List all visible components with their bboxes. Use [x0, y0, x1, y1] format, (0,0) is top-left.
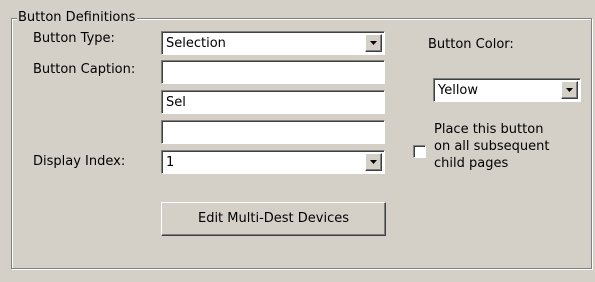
- button-caption-line-3[interactable]: [161, 120, 385, 144]
- button-caption-label: Button Caption:: [33, 62, 136, 77]
- button-caption-line-2-value: Sel: [166, 95, 186, 110]
- button-color-label: Button Color:: [428, 37, 514, 52]
- place-on-subsequent-label-line-3: child pages: [434, 156, 509, 171]
- place-on-subsequent-checkbox[interactable]: [413, 145, 426, 158]
- button-color-value: Yellow: [438, 83, 479, 98]
- display-index-label: Display Index:: [33, 154, 126, 169]
- place-on-subsequent-label-line-2: on all subsequent: [434, 139, 550, 154]
- button-color-select[interactable]: Yellow: [433, 78, 581, 102]
- display-index-dropdown-button[interactable]: [365, 153, 382, 171]
- chevron-down-icon: [370, 41, 377, 45]
- display-index-value: 1: [166, 155, 175, 170]
- chevron-down-icon: [370, 160, 377, 164]
- button-caption-line-1[interactable]: [161, 60, 385, 84]
- display-index-select[interactable]: 1: [161, 150, 385, 174]
- button-type-dropdown-button[interactable]: [365, 34, 382, 52]
- button-type-label: Button Type:: [33, 31, 115, 46]
- groupbox-title: Button Definitions: [17, 10, 138, 26]
- place-on-subsequent-label-line-1: Place this button: [434, 122, 544, 137]
- button-caption-line-2[interactable]: Sel: [161, 90, 385, 114]
- button-definitions-panel: Button Definitions Button Type: Selectio…: [0, 0, 595, 282]
- button-color-dropdown-button[interactable]: [561, 81, 578, 99]
- button-type-select[interactable]: Selection: [161, 31, 385, 55]
- button-type-value: Selection: [166, 36, 226, 51]
- chevron-down-icon: [566, 88, 573, 92]
- edit-multi-dest-devices-button[interactable]: Edit Multi-Dest Devices: [161, 202, 386, 236]
